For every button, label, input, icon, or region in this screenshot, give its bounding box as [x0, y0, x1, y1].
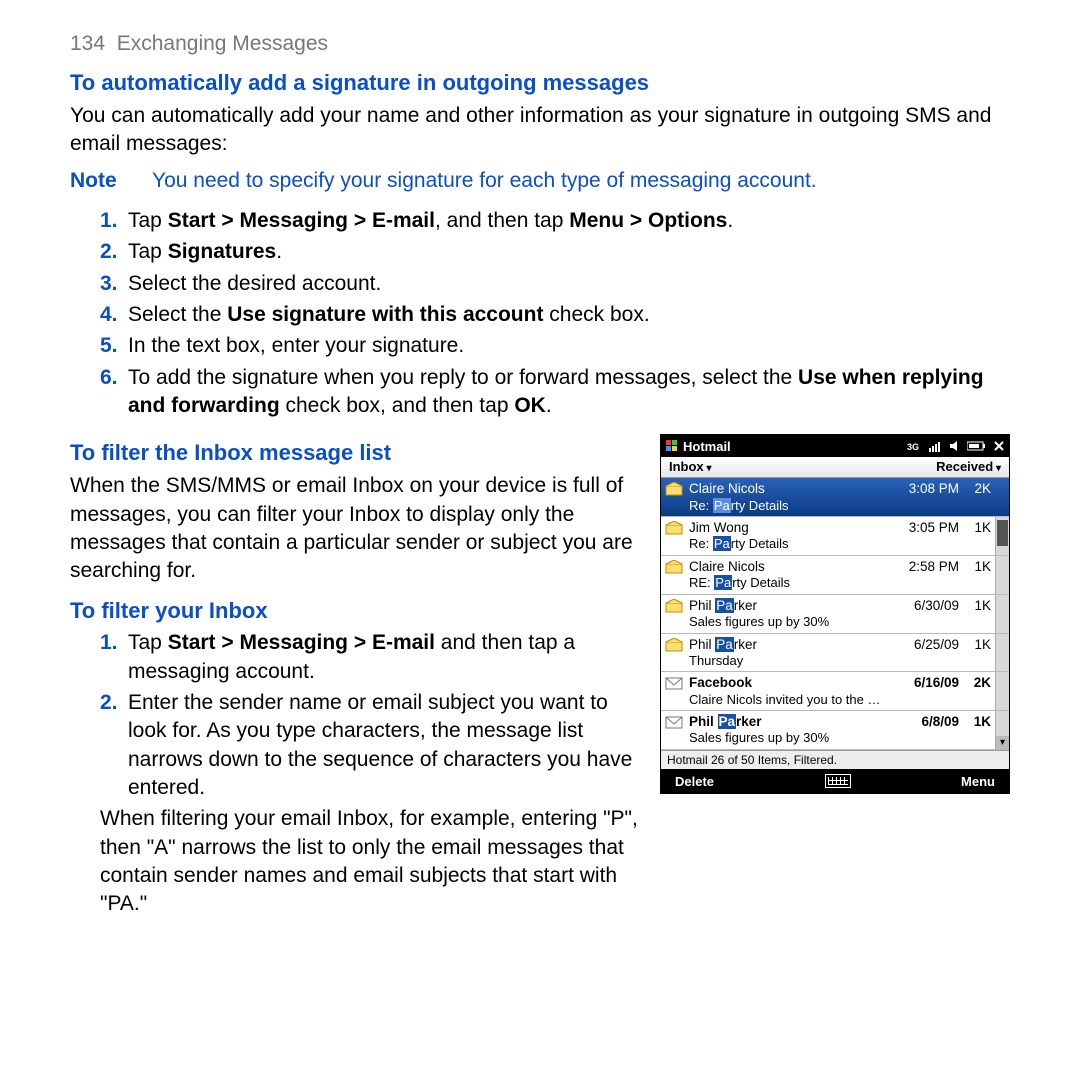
step-text: Tap Start > Messaging > E-mail and then …	[128, 629, 642, 686]
keyboard-icon[interactable]	[825, 774, 851, 788]
page-number: 134	[70, 32, 105, 55]
note-label: Note	[70, 167, 124, 195]
heading-filter-inbox: To filter your Inbox	[70, 596, 642, 626]
message-sender: Claire Nicols	[689, 481, 903, 497]
message-subject: Re: Party Details	[689, 536, 991, 552]
windows-flag-icon	[665, 439, 679, 453]
message-row[interactable]: Phil Parker 6/8/09 1KSales figures up by 3…	[661, 711, 1009, 750]
step-text: Select the Use signature with this accou…	[128, 301, 1010, 329]
message-time: 3:05 PM	[909, 520, 959, 536]
section-title: Exchanging Messages	[117, 32, 328, 55]
step-item: 2.Enter the sender name or email subject…	[100, 689, 642, 802]
message-sender: Phil Parker	[689, 714, 915, 730]
message-row[interactable]: Facebook 6/16/09 2KClaire Nicols invited y…	[661, 672, 1009, 711]
step-item: 3.Select the desired account.	[100, 270, 1010, 298]
message-row[interactable]: Jim Wong 3:05 PM 1KRe: Party Details	[661, 517, 1009, 556]
step-text: Tap Start > Messaging > E-mail, and then…	[128, 207, 1010, 235]
phone-titlebar: Hotmail 3G	[661, 435, 1009, 457]
message-list: ▴ ▾ Claire Nicols3:08 PM2KRe: Party Deta…	[661, 478, 1009, 749]
message-size: 2K	[965, 675, 991, 691]
battery-icon	[967, 440, 987, 452]
paragraph-filter-list: When the SMS/MMS or email Inbox on your …	[70, 472, 642, 585]
phone-subbar: Inbox Received	[661, 457, 1009, 478]
step-item: 2.Tap Signatures.	[100, 238, 1010, 266]
message-sender: Claire Nicols	[689, 559, 903, 575]
message-size: 2K	[965, 481, 991, 497]
step-number: 3.	[100, 270, 128, 298]
message-size: 1K	[965, 637, 991, 653]
step-number: 1.	[100, 207, 128, 235]
step-text: In the text box, enter your signature.	[128, 332, 1010, 360]
paragraph-signature: You can automatically add your name and …	[70, 102, 1010, 159]
message-subject: Claire Nicols invited you to the …	[689, 692, 991, 708]
close-icon[interactable]	[993, 440, 1005, 452]
step-text: Tap Signatures.	[128, 238, 1010, 266]
message-row[interactable]: Claire Nicols 3:08 PM 2KRe: Party Details	[661, 478, 1009, 517]
step-text: To add the signature when you reply to o…	[128, 364, 1010, 421]
open-mail-icon	[665, 521, 685, 537]
message-time: 6/16/09	[914, 675, 959, 691]
note-row: Note You need to specify your signature …	[70, 167, 1010, 195]
step-number: 2.	[100, 238, 128, 266]
network-3g-icon: 3G	[907, 440, 923, 452]
heading-signature: To automatically add a signature in outg…	[70, 68, 1010, 98]
message-size: 1K	[965, 559, 991, 575]
step-number: 2.	[100, 689, 128, 802]
message-subject: Thursday	[689, 653, 991, 669]
message-subject: Re: Party Details	[689, 498, 991, 514]
step-number: 6.	[100, 364, 128, 421]
message-sender: Jim Wong	[689, 520, 903, 536]
paragraph-filter-extra: When filtering your email Inbox, for exa…	[70, 805, 642, 918]
open-mail-icon	[665, 560, 685, 576]
closed-mail-icon	[665, 676, 685, 692]
message-sender: Phil Parker	[689, 598, 908, 614]
message-subject: RE: Party Details	[689, 575, 991, 591]
message-time: 6/8/09	[921, 714, 959, 730]
message-time: 2:58 PM	[909, 559, 959, 575]
message-row[interactable]: Phil Parker 6/25/09 1KThursday	[661, 634, 1009, 673]
step-text: Select the desired account.	[128, 270, 1010, 298]
step-item: 1.Tap Start > Messaging > E-mail and the…	[100, 629, 642, 686]
softkey-menu[interactable]: Menu	[961, 774, 995, 790]
phone-title: Hotmail	[683, 439, 731, 455]
phone-softkeys: Delete Menu	[661, 769, 1009, 793]
message-sender: Facebook	[689, 675, 908, 691]
message-time: 6/30/09	[914, 598, 959, 614]
message-size: 1K	[965, 598, 991, 614]
steps-filter: 1.Tap Start > Messaging > E-mail and the…	[70, 629, 642, 802]
step-text: Enter the sender name or email subject y…	[128, 689, 642, 802]
step-item: 6.To add the signature when you reply to…	[100, 364, 1010, 421]
phone-screenshot: Hotmail 3G Inbox Received ▴ ▾	[660, 434, 1010, 794]
closed-mail-icon	[665, 715, 685, 731]
step-item: 4.Select the Use signature with this acc…	[100, 301, 1010, 329]
message-subject: Sales figures up by 30%	[689, 730, 991, 746]
message-size: 1K	[965, 520, 991, 536]
speaker-icon	[949, 440, 961, 452]
open-mail-icon	[665, 638, 685, 654]
message-time: 3:08 PM	[909, 481, 959, 497]
message-row[interactable]: Phil Parker 6/30/09 1KSales figures up by …	[661, 595, 1009, 634]
page-header: 134 Exchanging Messages	[70, 30, 1010, 58]
message-row[interactable]: Claire Nicols 2:58 PM 1KRE: Party Details	[661, 556, 1009, 595]
step-number: 1.	[100, 629, 128, 686]
softkey-delete[interactable]: Delete	[675, 774, 714, 790]
step-item: 5.In the text box, enter your signature.	[100, 332, 1010, 360]
step-number: 4.	[100, 301, 128, 329]
message-subject: Sales figures up by 30%	[689, 614, 991, 630]
sort-dropdown[interactable]: Received	[936, 459, 1001, 475]
phone-status: Hotmail 26 of 50 Items, Filtered.	[661, 750, 1009, 769]
heading-filter-list: To filter the Inbox message list	[70, 438, 642, 468]
open-mail-icon	[665, 599, 685, 615]
step-item: 1.Tap Start > Messaging > E-mail, and th…	[100, 207, 1010, 235]
message-size: 1K	[965, 714, 991, 730]
svg-text:3G: 3G	[907, 442, 919, 452]
steps-signature: 1.Tap Start > Messaging > E-mail, and th…	[70, 207, 1010, 420]
step-number: 5.	[100, 332, 128, 360]
message-time: 6/25/09	[914, 637, 959, 653]
folder-dropdown[interactable]: Inbox	[669, 459, 711, 475]
message-sender: Phil Parker	[689, 637, 908, 653]
open-mail-icon	[665, 482, 685, 498]
note-text: You need to specify your signature for e…	[152, 167, 817, 195]
signal-icon	[929, 440, 943, 452]
